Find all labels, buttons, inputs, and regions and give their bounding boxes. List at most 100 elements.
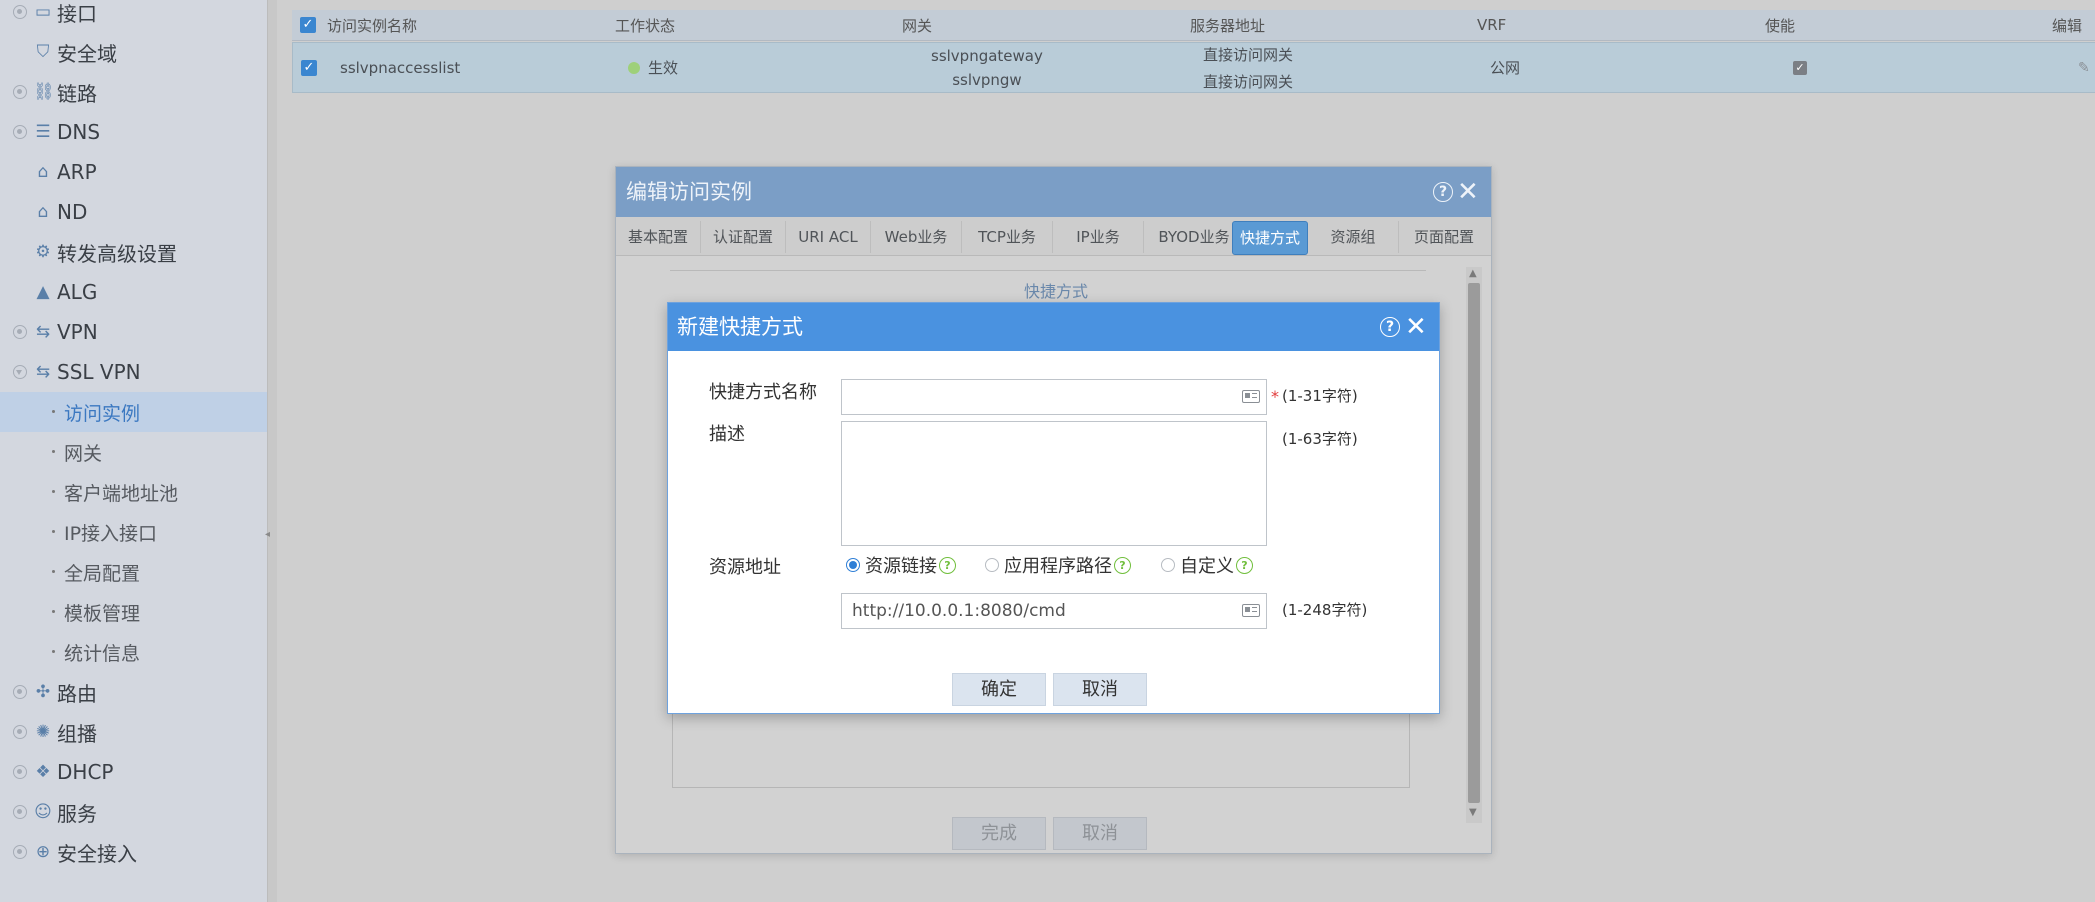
question-icon[interactable]: ? (939, 556, 956, 574)
database-icon: ☰ (35, 122, 51, 142)
expand-icon[interactable] (13, 685, 27, 699)
divider (670, 270, 1426, 271)
section-title: 快捷方式 (1024, 282, 1089, 301)
expand-icon[interactable] (13, 325, 27, 339)
radio-resource-link[interactable]: 资源链接 ? (846, 550, 956, 580)
desc-length-hint: (1-63字符) (1282, 430, 1358, 448)
checkbox-checked-icon[interactable]: ✓ (1793, 60, 1807, 75)
table-row[interactable]: ✓ sslvpnaccesslist 生效 sslvpngateway sslv… (292, 42, 2095, 93)
sidebar-item-template[interactable]: 模板管理 (0, 592, 267, 632)
sidebar-item-forward-settings[interactable]: ⚙ 转发高级设置 (0, 232, 267, 272)
shortcut-name-input[interactable] (841, 379, 1267, 415)
sidebar-item-client-pool[interactable]: 客户端地址池 (0, 472, 267, 512)
server-1: 直接访问网关 (1203, 45, 1294, 64)
keyboard-icon[interactable] (1242, 390, 1260, 403)
close-icon[interactable]: ✕ (1405, 314, 1427, 340)
edit-pencil-icon[interactable]: ✎ (2078, 43, 2090, 92)
scroll-thumb[interactable] (1468, 283, 1480, 803)
question-icon[interactable]: ? (1236, 556, 1253, 574)
col-vrf[interactable]: VRF (1477, 10, 1506, 40)
tab-shortcut[interactable]: 快捷方式 (1232, 221, 1308, 255)
expand-icon[interactable] (13, 845, 27, 859)
tab-ip[interactable]: IP业务 (1053, 221, 1144, 253)
tab-bar: 基本配置 认证配置 URI ACL Web业务 TCP业务 IP业务 BYOD业… (616, 217, 1491, 256)
sidebar-item-arp[interactable]: ⌂ ARP (0, 152, 267, 192)
tab-tcp[interactable]: TCP业务 (962, 221, 1053, 253)
col-status[interactable]: 工作状态 (615, 10, 675, 40)
col-name[interactable]: 访问实例名称 (327, 10, 417, 40)
sidebar-item-dns[interactable]: ☰ DNS (0, 112, 267, 152)
row-checkbox[interactable]: ✓ (301, 43, 317, 92)
outer-cancel-button[interactable]: 取消 (1053, 817, 1147, 850)
radio-app-path[interactable]: 应用程序路径 ? (985, 550, 1131, 580)
dialog-title-bar: 编辑访问实例 ? ✕ (616, 167, 1491, 217)
col-enable[interactable]: 使能 (1765, 10, 1795, 40)
resource-address-input[interactable]: http://10.0.0.1:8080/cmd (841, 593, 1267, 629)
tab-byod[interactable]: BYOD业务 (1144, 221, 1245, 253)
radio-unselected-icon[interactable] (985, 558, 999, 572)
sidebar-item-dhcp[interactable]: ❖ DHCP (0, 752, 267, 792)
tab-auth[interactable]: 认证配置 (701, 221, 786, 253)
collapse-icon[interactable] (13, 365, 27, 379)
sidebar-item-security-zone[interactable]: ⛉ 安全域 (0, 32, 267, 72)
dialog-scrollbar[interactable]: ▲ ▼ (1466, 267, 1482, 823)
tab-uri-acl[interactable]: URI ACL (786, 221, 871, 253)
expand-icon[interactable] (13, 125, 27, 139)
sidebar-item-gateway[interactable]: 网关 (0, 432, 267, 472)
vpn-icon: ⇆ (35, 322, 51, 342)
instance-name: sslvpnaccesslist (340, 58, 461, 77)
tab-resource-group[interactable]: 资源组 (1308, 221, 1399, 253)
help-icon[interactable]: ? (1380, 317, 1400, 337)
scroll-up-icon[interactable]: ▲ (1469, 268, 1477, 279)
finish-button[interactable]: 完成 (952, 817, 1046, 850)
description-textarea[interactable] (841, 421, 1267, 546)
sidebar-item-nd[interactable]: ⌂ ND (0, 192, 267, 232)
col-gateway[interactable]: 网关 (902, 10, 932, 40)
description-label: 描述 (709, 424, 745, 445)
sidebar-item-interface[interactable]: ▭ 接口 (0, 0, 267, 32)
sidebar-item-statistics[interactable]: 统计信息 (0, 632, 267, 672)
expand-icon[interactable] (13, 725, 27, 739)
secure-access-icon: ⊕ (35, 842, 51, 862)
help-icon[interactable]: ? (1433, 182, 1453, 202)
select-all-checkbox[interactable]: ✓ (300, 10, 316, 40)
expand-icon[interactable] (13, 5, 27, 19)
sidebar-item-ip-access[interactable]: IP接入接口 (0, 512, 267, 552)
tab-basic[interactable]: 基本配置 (616, 221, 701, 253)
sidebar-item-secure-access[interactable]: ⊕ 安全接入 (0, 832, 267, 872)
close-icon[interactable]: ✕ (1457, 179, 1479, 205)
question-icon[interactable]: ? (1114, 556, 1131, 574)
cancel-button[interactable]: 取消 (1053, 673, 1147, 706)
sidebar-item-link[interactable]: ⛓ 链路 (0, 72, 267, 112)
sidebar-item-multicast[interactable]: ✺ 组播 (0, 712, 267, 752)
keyboard-icon[interactable] (1242, 604, 1260, 617)
expand-icon[interactable] (13, 85, 27, 99)
ok-button[interactable]: 确定 (952, 673, 1046, 706)
radio-selected-icon[interactable] (846, 558, 860, 572)
shield-icon: ⛉ (36, 42, 50, 62)
sidebar-item-ssl-vpn[interactable]: ⇆ SSL VPN (0, 352, 267, 392)
tab-page-config[interactable]: 页面配置 (1399, 221, 1489, 253)
nd-icon: ⌂ (37, 202, 49, 222)
radio-custom[interactable]: 自定义 ? (1161, 550, 1253, 580)
expand-icon[interactable] (13, 765, 27, 779)
checkbox-checked-icon[interactable]: ✓ (301, 59, 317, 76)
status-text: 生效 (648, 59, 679, 77)
checkbox-checked-icon[interactable]: ✓ (300, 17, 316, 33)
radio-unselected-icon[interactable] (1161, 558, 1175, 572)
sidebar-item-route[interactable]: ✣ 路由 (0, 672, 267, 712)
col-server[interactable]: 服务器地址 (1190, 10, 1265, 40)
sidebar-item-service[interactable]: ☺ 服务 (0, 792, 267, 832)
dialog-title: 新建快捷方式 (677, 315, 803, 339)
expand-icon[interactable] (13, 805, 27, 819)
gateway-cell: sslvpngateway sslvpngw (931, 43, 1043, 92)
sidebar-item-access-instance[interactable]: 访问实例 (0, 392, 267, 432)
scroll-down-icon[interactable]: ▼ (1469, 807, 1477, 818)
sidebar-item-alg[interactable]: ▲ ALG (0, 272, 267, 312)
sidebar-collapse-handle[interactable]: ◂ (265, 515, 275, 555)
enable-checkbox[interactable]: ✓ (1793, 43, 1807, 92)
gateway-1: sslvpngateway (931, 46, 1043, 65)
tab-web[interactable]: Web业务 (871, 221, 962, 253)
sidebar-item-global-config[interactable]: 全局配置 (0, 552, 267, 592)
sidebar-item-vpn[interactable]: ⇆ VPN (0, 312, 267, 352)
